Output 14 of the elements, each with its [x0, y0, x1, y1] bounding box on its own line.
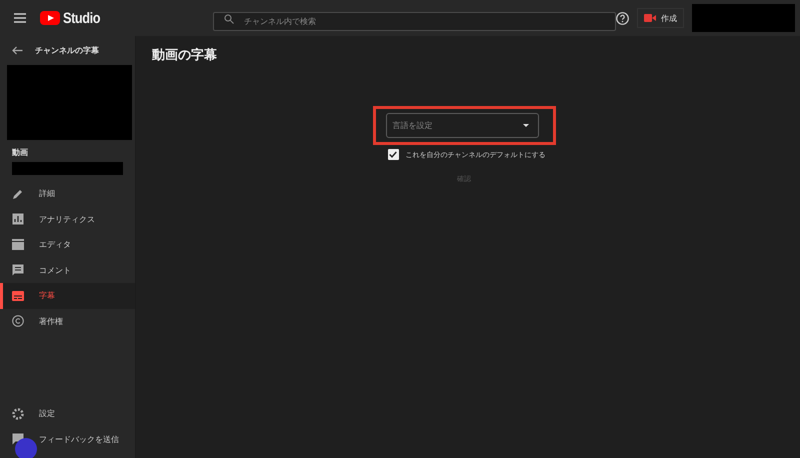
search-field[interactable]: チャンネル内で検索 [212, 12, 616, 30]
create-button[interactable]: 作成 [637, 8, 684, 28]
channel-subtitles-title: チャンネルの字幕 [35, 44, 99, 56]
sidebar-item[interactable]: エディタ [0, 232, 135, 258]
sidebar-item[interactable]: 設定 [0, 401, 135, 426]
sidebar-item[interactable]: コメント [0, 258, 135, 283]
sidebar-item[interactable]: 字幕 [0, 283, 135, 308]
logo-text[interactable]: Studio [63, 10, 100, 26]
language-select[interactable]: 言語を設定 [386, 113, 538, 138]
video-label: 動画 [12, 147, 29, 158]
page-title: 動画の字幕 [152, 46, 218, 64]
sidebar-item[interactable]: 著作権 [0, 308, 135, 334]
sidebar-item[interactable]: 詳細 [0, 181, 135, 206]
sidebar-item[interactable]: アナリティクス [0, 206, 135, 232]
